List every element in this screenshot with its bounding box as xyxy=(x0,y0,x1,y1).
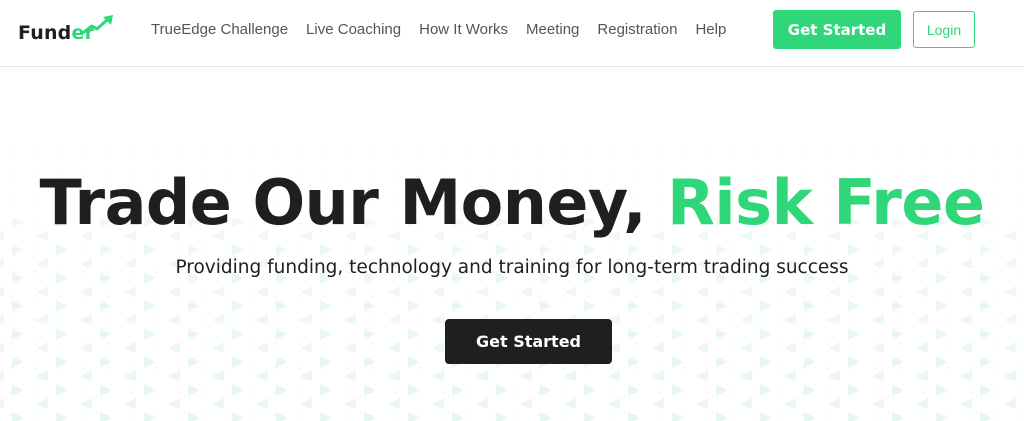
nav-item-meeting[interactable]: Meeting xyxy=(526,20,579,40)
hero-subtitle: Providing funding, technology and traini… xyxy=(175,257,849,278)
nav-item-trueedge-challenge[interactable]: TrueEdge Challenge xyxy=(151,20,288,40)
nav-item-registration[interactable]: Registration xyxy=(597,20,677,40)
main-nav: TrueEdge Challenge Live Coaching How It … xyxy=(151,20,744,40)
funder-logo[interactable]: Funder xyxy=(18,14,113,46)
trend-up-arrow-icon xyxy=(82,15,113,34)
hero-background-pattern xyxy=(0,68,1024,421)
hero-title-main: Trade Our Money, xyxy=(39,166,668,239)
nav-item-help[interactable]: Help xyxy=(695,20,726,40)
hero-get-started-button[interactable]: Get Started xyxy=(445,319,612,364)
hero-title-accent: Risk Free xyxy=(667,166,985,239)
site-header: Funder TrueEdge Challenge Live Coaching … xyxy=(0,0,1024,67)
login-button[interactable]: Login xyxy=(913,11,975,48)
nav-item-how-it-works[interactable]: How It Works xyxy=(419,20,508,40)
hero-title: Trade Our Money, Risk Free xyxy=(0,168,1024,238)
nav-item-live-coaching[interactable]: Live Coaching xyxy=(306,20,401,40)
header-get-started-button[interactable]: Get Started xyxy=(773,10,901,49)
logo-text-main: Fund xyxy=(18,22,72,44)
page: Funder TrueEdge Challenge Live Coaching … xyxy=(0,0,1024,421)
